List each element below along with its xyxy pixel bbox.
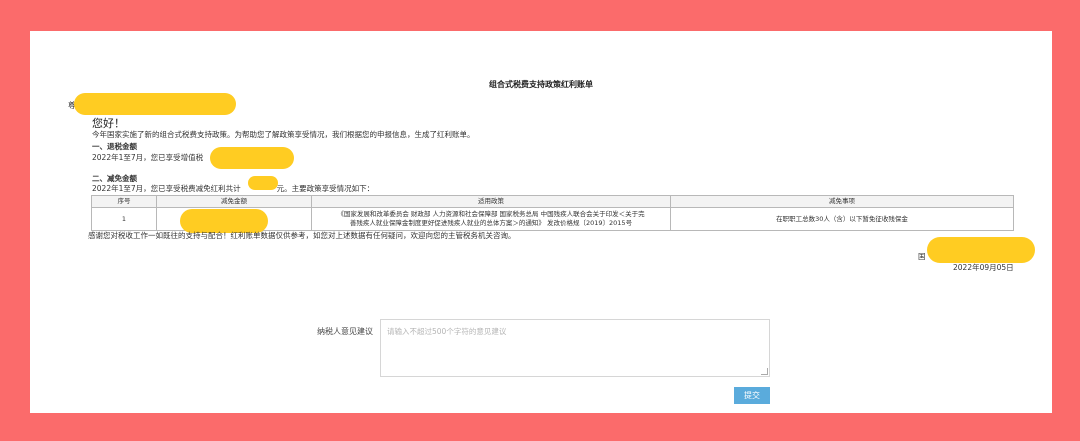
- row-policy-line2: 善残疾人就业保障金制度更好促进残疾人就业的总体方案＞的通知》 发改价格规〔201…: [349, 219, 633, 227]
- redacted-relief-total: [248, 176, 278, 190]
- feedback-placeholder: 请输入不超过500个字符的意见建议: [387, 327, 507, 336]
- redacted-taxpayer-name: [74, 93, 236, 115]
- refund-heading: 一、退税金额: [92, 142, 137, 151]
- submit-button[interactable]: 提交: [734, 387, 770, 404]
- redacted-tax-office: [927, 237, 1035, 263]
- relief-text-b: 元。主要政策享受情况如下：: [276, 184, 375, 193]
- refund-text: 2022年1至7月，您已享受增值税: [92, 153, 204, 162]
- col-amount-header: 减免金额: [156, 195, 312, 208]
- resize-grip-icon[interactable]: [761, 368, 768, 375]
- row-policy: 《国家发展和改革委员会 财政部 人力资源和社会保障部 国家税务总局 中国残疾人联…: [311, 207, 671, 231]
- page-title: 组合式税费支持政策红利账单: [489, 80, 593, 89]
- relief-text-a: 2022年1至7月，您已享受税费减免红利共计: [92, 184, 241, 193]
- feedback-label: 纳税人意见建议: [317, 327, 373, 336]
- relief-table-header-row: 序号 减免金额 适用政策 减免事项: [91, 195, 1014, 208]
- signature-prefix: 国: [918, 252, 926, 261]
- col-policy-header: 适用政策: [311, 195, 671, 208]
- closing-text: 感谢您对税收工作一如既往的支持与配合！红利账单数据仅供参考，如您对上述数据有任何…: [88, 231, 516, 240]
- redacted-refund-amount: [210, 147, 294, 169]
- bill-panel: 组合式税费支持政策红利账单 尊 您好！ 今年国家实施了新的组合式税费支持政策。为…: [30, 31, 1052, 413]
- col-index-header: 序号: [91, 195, 157, 208]
- bill-date: 2022年09月05日: [953, 263, 1014, 272]
- intro-text: 今年国家实施了新的组合式税费支持政策。为帮助您了解政策享受情况，我们根据您的申报…: [92, 130, 475, 139]
- feedback-textarea[interactable]: 请输入不超过500个字符的意见建议: [380, 319, 770, 377]
- relief-text: 2022年1至7月，您已享受税费减免红利共计 元。主要政策享受情况如下：: [92, 183, 374, 194]
- row-item: 在职职工总数30人（含）以下暂免征收残保金: [670, 207, 1014, 231]
- col-item-header: 减免事项: [670, 195, 1014, 208]
- row-policy-line1: 《国家发展和改革委员会 财政部 人力资源和社会保障部 国家税务总局 中国残疾人联…: [337, 210, 645, 218]
- row-index: 1: [91, 207, 157, 231]
